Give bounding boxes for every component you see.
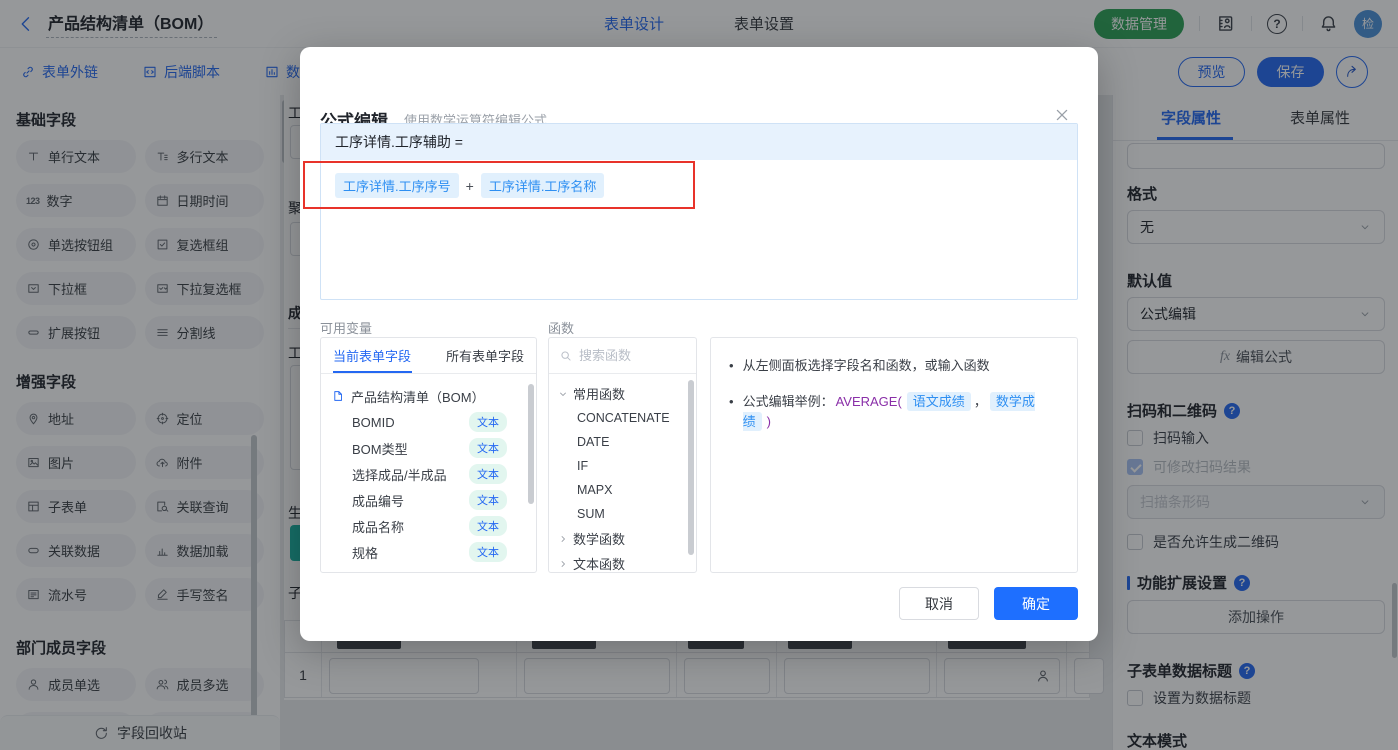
function-list: 常用函数 CONCATENATE DATE IF MAPX SUM 数学函数 文… — [549, 374, 696, 572]
group-label: 常用函数 — [573, 387, 626, 402]
field-name: BOM类型 — [352, 441, 408, 457]
function-item-date[interactable]: DATE — [557, 430, 688, 454]
bullet-icon: • — [729, 394, 734, 409]
tree-field-product-name[interactable]: 成品名称 文本 — [331, 513, 526, 539]
chevron-down-icon — [557, 388, 569, 400]
field-type-badge: 文本 — [469, 542, 507, 562]
tips-panel: • 从左侧面板选择字段名和函数，或输入函数 • 公式编辑举例： AVERAGE( 语… — [710, 337, 1078, 573]
field-tree: 产品结构清单（BOM） BOMID 文本 BOM类型 文本 选择成品/半成品 文本 成… — [321, 374, 536, 572]
group-label: 数学函数 — [573, 532, 626, 547]
functions-scrollbar[interactable] — [688, 380, 694, 555]
formula-editor-modal: 公式编辑 使用数学运算符编辑公式 工序详情.工序辅助 = 工序详情.工序序号 +… — [300, 47, 1098, 641]
field-name: BOMID — [352, 414, 395, 430]
function-group-common[interactable]: 常用函数 — [557, 381, 688, 406]
field-type-badge: 文本 — [469, 412, 507, 432]
chevron-right-icon — [557, 533, 569, 545]
formula-editor[interactable]: 工序详情.工序辅助 = 工序详情.工序序号 + 工序详情.工序名称 — [320, 123, 1078, 300]
tree-field-spec[interactable]: 规格 文本 — [331, 539, 526, 565]
formula-token[interactable]: 工序详情.工序名称 — [480, 173, 605, 198]
function-item-mapx[interactable]: MAPX — [557, 478, 688, 502]
tree-root-form[interactable]: 产品结构清单（BOM） — [331, 383, 526, 409]
confirm-button[interactable]: 确定 — [994, 587, 1078, 620]
tree-field-product-code[interactable]: 成品编号 文本 — [331, 487, 526, 513]
variables-scrollbar[interactable] — [528, 384, 534, 504]
tree-field-bom-type[interactable]: BOM类型 文本 — [331, 435, 526, 461]
example-close-paren: ) — [766, 414, 771, 429]
close-icon[interactable] — [1052, 105, 1072, 125]
functions-label: 函数 — [548, 321, 575, 336]
search-icon — [559, 349, 573, 363]
functions-panel: 常用函数 CONCATENATE DATE IF MAPX SUM 数学函数 文… — [548, 337, 697, 573]
field-type-badge: 文本 — [469, 516, 507, 536]
function-group-math[interactable]: 数学函数 — [557, 526, 688, 551]
example-token: 语文成绩 — [906, 392, 971, 411]
formula-token[interactable]: 工序详情.工序序号 — [335, 173, 459, 198]
cancel-button[interactable]: 取消 — [899, 587, 979, 620]
example-prefix: 公式编辑举例： — [742, 394, 834, 409]
bullet-icon: • — [729, 358, 734, 373]
formula-target: 工序详情.工序辅助 = — [321, 124, 1077, 160]
variables-panel: 当前表单字段 所有表单字段 产品结构清单（BOM） BOMID 文本 BOM类型文… — [320, 337, 537, 573]
formula-expression[interactable]: 工序详情.工序序号 + 工序详情.工序名称 — [321, 160, 1077, 211]
group-label: 文本函数 — [573, 557, 626, 572]
field-name: 选择成品/半成品 — [352, 467, 447, 483]
variables-tabs: 当前表单字段 所有表单字段 — [321, 338, 536, 374]
app-root: 产品结构清单（BOM） 表单设计 表单设置 数据管理 ? 检 表单外链 后端脚本 — [0, 0, 1398, 750]
function-group-text[interactable]: 文本函数 — [557, 551, 688, 572]
tip-line-2: • 公式编辑举例： AVERAGE(语文成绩，数学成绩) — [729, 392, 1059, 432]
file-icon — [331, 389, 345, 403]
field-type-badge: 文本 — [469, 438, 507, 458]
function-item-if[interactable]: IF — [557, 454, 688, 478]
example-function: AVERAGE( — [835, 394, 902, 409]
tip-example: 公式编辑举例： AVERAGE(语文成绩，数学成绩) — [742, 392, 1059, 432]
active-tab-underline — [333, 371, 412, 373]
tab-all-form-fields[interactable]: 所有表单字段 — [446, 346, 524, 365]
tree-root-label: 产品结构清单（BOM） — [351, 389, 485, 405]
tab-current-form-fields[interactable]: 当前表单字段 — [333, 346, 411, 365]
field-type-badge: 文本 — [469, 490, 507, 510]
tree-field-bomid[interactable]: BOMID 文本 — [331, 409, 526, 435]
example-comma: ， — [973, 394, 987, 409]
field-name: 成品编号 — [352, 493, 405, 509]
field-name: 规格 — [352, 545, 379, 561]
field-name: 成品名称 — [352, 519, 405, 535]
variables-label: 可用变量 — [320, 321, 373, 336]
tip-text: 从左侧面板选择字段名和函数，或输入函数 — [742, 358, 990, 373]
tree-field-product-select[interactable]: 选择成品/半成品 文本 — [331, 461, 526, 487]
function-item-sum[interactable]: SUM — [557, 502, 688, 526]
field-type-badge: 文本 — [469, 464, 507, 484]
function-search-input[interactable] — [579, 348, 674, 363]
formula-operator: + — [465, 177, 474, 194]
function-item-concatenate[interactable]: CONCATENATE — [557, 406, 688, 430]
modal-footer: 取消 确定 — [899, 587, 1078, 620]
tip-line-1: • 从左侧面板选择字段名和函数，或输入函数 — [729, 356, 1059, 376]
function-search — [549, 338, 696, 374]
chevron-right-icon — [557, 558, 569, 570]
